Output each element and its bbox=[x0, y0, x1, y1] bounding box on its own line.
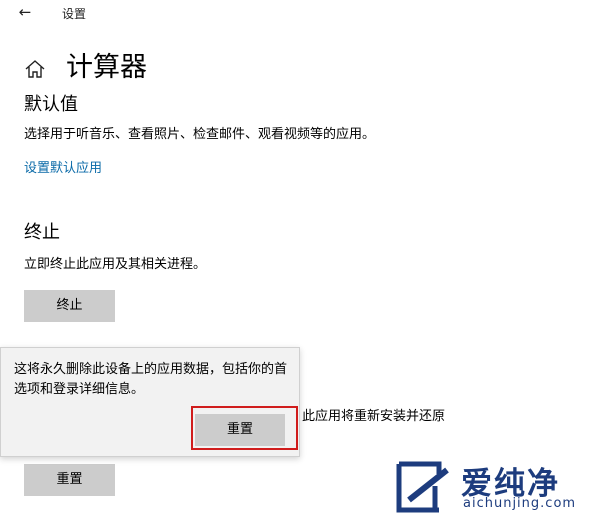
terminate-button[interactable]: 终止 bbox=[24, 290, 115, 322]
back-button[interactable]: ← bbox=[14, 2, 36, 22]
flyout-message: 这将永久删除此设备上的应用数据，包括你的首选项和登录详细信息。 bbox=[14, 362, 288, 397]
watermark-logo-icon bbox=[396, 461, 449, 513]
reset-description: 此应用将重新安装并还原 bbox=[302, 409, 446, 424]
terminate-description: 立即终止此应用及其相关进程。 bbox=[24, 257, 207, 272]
window-title: 设置 bbox=[62, 7, 87, 21]
watermark: 爱纯净 aichunjing.com bbox=[395, 458, 589, 514]
defaults-description: 选择用于听音乐、查看照片、检查邮件、观看视频等的应用。 bbox=[24, 127, 376, 142]
defaults-heading: 默认值 bbox=[24, 94, 78, 115]
title-bar: ← 设置 bbox=[0, 0, 589, 26]
highlight-box bbox=[191, 406, 298, 450]
reset-button[interactable]: 重置 bbox=[24, 464, 115, 496]
terminate-heading: 终止 bbox=[24, 222, 60, 243]
back-arrow-icon: ← bbox=[18, 3, 32, 21]
set-default-apps-link[interactable]: 设置默认应用 bbox=[24, 157, 102, 176]
watermark-subtitle: aichunjing.com bbox=[463, 496, 577, 511]
home-icon[interactable] bbox=[24, 58, 46, 80]
page-title: 计算器 bbox=[66, 52, 147, 83]
